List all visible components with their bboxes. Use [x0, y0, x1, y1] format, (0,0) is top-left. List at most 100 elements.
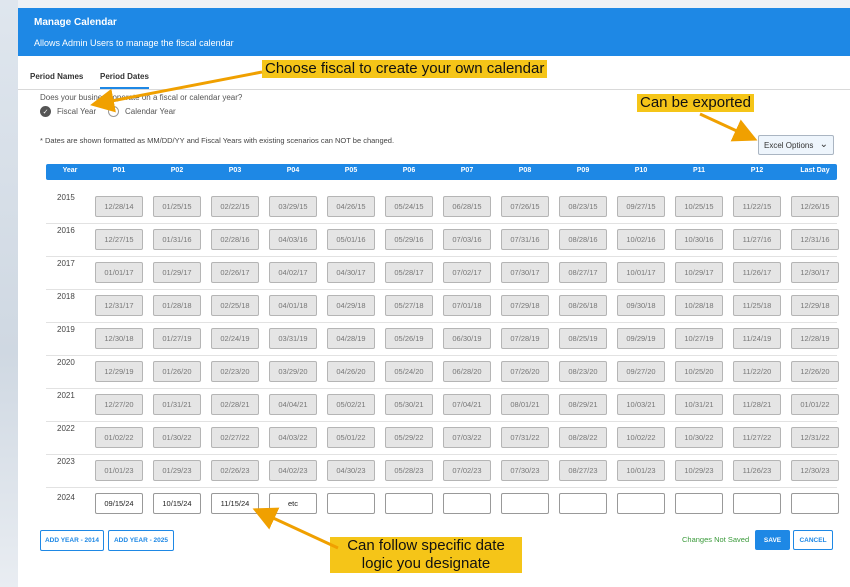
period-date-field: 05/26/19 — [385, 328, 433, 349]
radio-calendar-year[interactable]: Calendar Year — [108, 106, 176, 117]
period-date-input[interactable]: 10/15/24 — [153, 493, 201, 514]
period-date-input[interactable] — [617, 493, 665, 514]
period-date-field: 11/25/18 — [733, 295, 781, 316]
period-date-field: 12/30/18 — [95, 328, 143, 349]
radio-fiscal-year[interactable]: ✓ Fiscal Year — [40, 106, 96, 117]
period-date-field: 10/27/19 — [675, 328, 723, 349]
period-date-field: 04/30/23 — [327, 460, 375, 481]
period-date-field: 04/28/19 — [327, 328, 375, 349]
row-divider — [46, 322, 837, 323]
column-header-p03: P03 — [228, 167, 242, 174]
period-date-field: 05/28/17 — [385, 262, 433, 283]
year-label: 2024 — [57, 493, 75, 502]
period-date-input[interactable] — [559, 493, 607, 514]
add-year-prev-button[interactable]: ADD YEAR - 2014 — [40, 530, 104, 551]
period-date-field: 07/28/19 — [501, 328, 549, 349]
period-date-field: 12/29/18 — [791, 295, 839, 316]
period-date-field: 10/30/16 — [675, 229, 723, 250]
period-date-field: 07/31/16 — [501, 229, 549, 250]
period-date-field: 01/01/23 — [95, 460, 143, 481]
period-date-field: 09/27/15 — [617, 196, 665, 217]
year-label: 2023 — [57, 457, 75, 466]
add-year-next-button[interactable]: ADD YEAR - 2025 — [108, 530, 174, 551]
excel-options-dropdown[interactable]: Excel Options ⌄ — [758, 135, 834, 155]
period-date-field: 08/28/16 — [559, 229, 607, 250]
callout-logic: Can follow specific date logic you desig… — [330, 537, 522, 573]
row-divider — [46, 454, 837, 455]
period-date-input[interactable] — [327, 493, 375, 514]
period-date-field: 08/23/15 — [559, 196, 607, 217]
period-date-field: 09/27/20 — [617, 361, 665, 382]
period-date-input[interactable] — [443, 493, 491, 514]
period-date-field: 12/31/17 — [95, 295, 143, 316]
period-date-field: 02/22/15 — [211, 196, 259, 217]
period-date-field: 05/29/16 — [385, 229, 433, 250]
period-date-field: 10/25/20 — [675, 361, 723, 382]
period-date-field: 07/04/21 — [443, 394, 491, 415]
row-divider — [46, 223, 837, 224]
period-date-field: 05/24/15 — [385, 196, 433, 217]
year-label: 2019 — [57, 325, 75, 334]
period-date-field: 12/28/14 — [95, 196, 143, 217]
tab-period-dates[interactable]: Period Dates — [100, 72, 149, 89]
period-date-field: 01/27/19 — [153, 328, 201, 349]
row-divider — [46, 421, 837, 422]
period-date-field: 02/26/17 — [211, 262, 259, 283]
period-date-input[interactable]: 11/15/24 — [211, 493, 259, 514]
period-date-field: 12/29/19 — [95, 361, 143, 382]
column-header-year: Year — [62, 167, 78, 174]
column-header-p08: P08 — [518, 167, 532, 174]
period-date-field: 08/23/20 — [559, 361, 607, 382]
year-label: 2017 — [57, 259, 75, 268]
column-header-p12: P12 — [750, 167, 764, 174]
row-divider — [46, 355, 837, 356]
page-subtitle: Allows Admin Users to manage the fiscal … — [34, 38, 234, 48]
period-date-field: 01/25/15 — [153, 196, 201, 217]
period-date-field: 10/01/17 — [617, 262, 665, 283]
period-date-field: 04/02/23 — [269, 460, 317, 481]
period-date-field: 06/28/20 — [443, 361, 491, 382]
period-date-input[interactable]: 09/15/24 — [95, 493, 143, 514]
period-date-field: 08/28/22 — [559, 427, 607, 448]
column-header-p07: P07 — [460, 167, 474, 174]
cancel-button[interactable]: CANCEL — [793, 530, 833, 550]
period-date-field: 08/27/23 — [559, 460, 607, 481]
period-date-field: 11/22/15 — [733, 196, 781, 217]
period-date-input[interactable] — [675, 493, 723, 514]
period-date-field: 04/03/16 — [269, 229, 317, 250]
period-date-input[interactable] — [733, 493, 781, 514]
period-date-field: 01/02/22 — [95, 427, 143, 448]
save-button[interactable]: SAVE — [755, 530, 790, 550]
column-header-p01: P01 — [112, 167, 126, 174]
period-date-field: 07/30/23 — [501, 460, 549, 481]
period-date-input[interactable] — [385, 493, 433, 514]
period-date-field: 07/02/17 — [443, 262, 491, 283]
period-date-field: 12/30/17 — [791, 262, 839, 283]
period-date-field: 05/28/23 — [385, 460, 433, 481]
radio-empty-icon — [108, 106, 119, 117]
period-date-field: 02/28/16 — [211, 229, 259, 250]
check-circle-icon: ✓ — [40, 106, 51, 117]
unsaved-status: Changes Not Saved — [682, 535, 750, 544]
period-date-field: 05/29/22 — [385, 427, 433, 448]
column-header-p04: P04 — [286, 167, 300, 174]
period-date-field: 01/26/20 — [153, 361, 201, 382]
period-date-field: 11/27/16 — [733, 229, 781, 250]
year-label: 2015 — [57, 193, 75, 202]
period-date-input[interactable] — [791, 493, 839, 514]
period-date-field: 12/27/15 — [95, 229, 143, 250]
period-date-field: 01/30/22 — [153, 427, 201, 448]
period-date-field: 11/27/22 — [733, 427, 781, 448]
row-divider — [46, 289, 837, 290]
period-date-field: 11/26/23 — [733, 460, 781, 481]
page-title: Manage Calendar — [34, 17, 117, 28]
period-date-input[interactable] — [501, 493, 549, 514]
tab-period-names[interactable]: Period Names — [30, 72, 83, 87]
period-date-field: 04/01/18 — [269, 295, 317, 316]
period-date-field: 12/28/19 — [791, 328, 839, 349]
period-date-field: 05/30/21 — [385, 394, 433, 415]
period-date-field: 12/31/16 — [791, 229, 839, 250]
row-divider — [46, 388, 837, 389]
period-date-input[interactable]: etc — [269, 493, 317, 514]
period-date-field: 12/27/20 — [95, 394, 143, 415]
